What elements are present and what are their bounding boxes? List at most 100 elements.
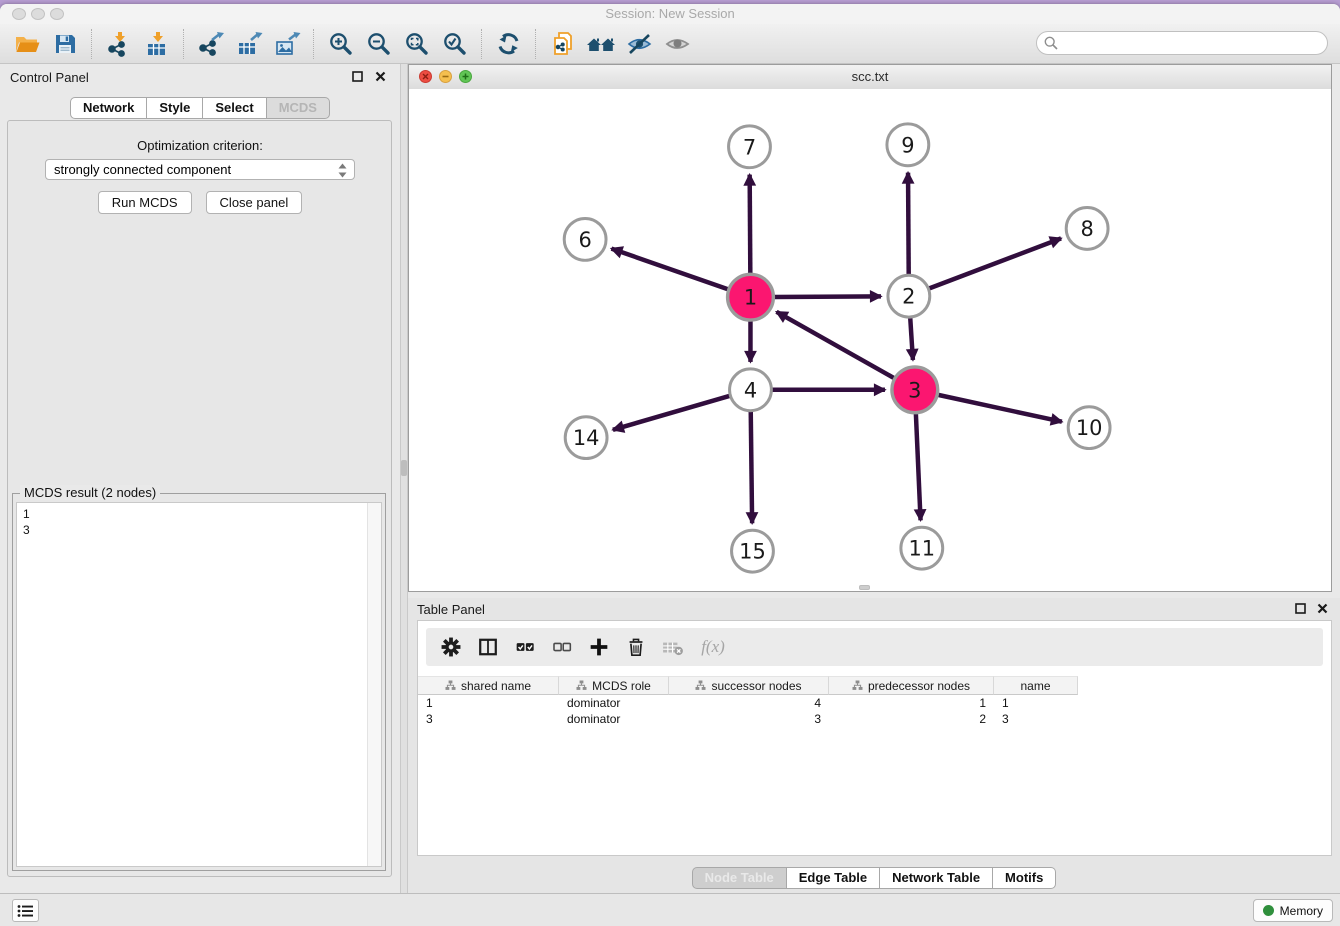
column-chooser-icon — [478, 637, 498, 657]
search-input[interactable] — [1036, 31, 1328, 55]
hide-selected-icon — [626, 32, 653, 56]
splitter-grip[interactable] — [401, 460, 407, 476]
column-chooser-button[interactable] — [469, 631, 506, 663]
graph-edge-4-15[interactable] — [751, 412, 752, 524]
cell-shared-name[interactable]: 1 — [418, 695, 559, 711]
zoom-fit-button[interactable] — [398, 27, 436, 61]
result-scrollbar[interactable] — [367, 503, 381, 866]
graph-node-label-15: 15 — [739, 540, 766, 564]
zoom-out-button[interactable] — [360, 27, 398, 61]
canvas-scroll-thumb[interactable] — [859, 585, 870, 590]
run-mcds-button[interactable]: Run MCDS — [98, 191, 192, 214]
delete-column-button[interactable] — [617, 631, 654, 663]
result-item: 3 — [17, 522, 381, 538]
graph-edge-2-9[interactable] — [908, 173, 909, 275]
zoom-in-button[interactable] — [322, 27, 360, 61]
refresh-button[interactable] — [490, 27, 528, 61]
column-type-icon — [445, 680, 456, 691]
tab-network[interactable]: Network — [70, 97, 147, 119]
float-table-panel-button[interactable] — [1294, 602, 1307, 615]
deselect-all-button[interactable] — [543, 631, 580, 663]
graph-edge-1-2[interactable] — [774, 296, 881, 297]
close-panel-button-2[interactable]: Close panel — [206, 191, 303, 214]
column-header-name[interactable]: name — [994, 676, 1078, 695]
close-table-panel-button[interactable] — [1316, 602, 1329, 615]
cell-successor-nodes[interactable]: 3 — [669, 711, 829, 727]
graph-edge-1-7[interactable] — [750, 175, 751, 274]
graph-edge-3-10[interactable] — [938, 395, 1062, 422]
graph-node-label-10: 10 — [1076, 416, 1103, 440]
graph-edge-3-11[interactable] — [916, 414, 921, 521]
cell-name[interactable]: 3 — [994, 711, 1078, 727]
tab-node-table[interactable]: Node Table — [692, 867, 787, 889]
titlebar: Session: New Session — [0, 4, 1340, 24]
network-view-window: scc.txt 7968124314101511 — [408, 64, 1332, 592]
column-header-successor-nodes[interactable]: successor nodes — [669, 676, 829, 695]
graph-edge-2-3[interactable] — [910, 318, 913, 360]
import-network-button[interactable] — [100, 27, 138, 61]
graph-edge-1-6[interactable] — [611, 249, 727, 290]
criterion-select[interactable]: strongly connected component — [45, 159, 355, 180]
memory-button[interactable]: Memory — [1253, 899, 1333, 922]
zoom-selected-icon — [442, 31, 468, 57]
home-layout-button[interactable] — [582, 27, 620, 61]
open-file-button[interactable] — [8, 27, 46, 61]
table-settings-button[interactable] — [432, 631, 469, 663]
export-table-button[interactable] — [230, 27, 268, 61]
export-image-button[interactable] — [268, 27, 306, 61]
tab-select[interactable]: Select — [203, 97, 266, 119]
add-column-button[interactable] — [580, 631, 617, 663]
close-panel-button[interactable] — [374, 70, 387, 83]
select-all-button[interactable] — [506, 631, 543, 663]
save-session-button[interactable] — [46, 27, 84, 61]
import-table-button[interactable] — [138, 27, 176, 61]
cell-mcds-role[interactable]: dominator — [559, 711, 669, 727]
table-row[interactable]: 1dominator411 — [418, 695, 1331, 711]
clone-network-button[interactable] — [544, 27, 582, 61]
table-toolbar: f(x) — [426, 628, 1323, 666]
table-row[interactable]: 3dominator323 — [418, 711, 1331, 727]
export-network-button[interactable] — [192, 27, 230, 61]
column-header-mcds-role[interactable]: MCDS role — [559, 676, 669, 695]
toolbar-separator — [535, 29, 537, 59]
graph-node-label-9: 9 — [901, 133, 914, 157]
column-type-icon — [576, 680, 587, 691]
select-all-icon — [515, 637, 535, 657]
cell-predecessor-nodes[interactable]: 1 — [829, 695, 994, 711]
status-bar: Memory — [0, 893, 1340, 926]
column-header-predecessor-nodes[interactable]: predecessor nodes — [829, 676, 994, 695]
table-body: 1dominator4113dominator323 — [418, 695, 1331, 727]
task-history-button[interactable] — [12, 899, 39, 922]
table-header-row: shared nameMCDS rolesuccessor nodesprede… — [418, 676, 1331, 695]
graph-edge-4-14[interactable] — [613, 396, 730, 430]
network-canvas[interactable]: 7968124314101511 — [409, 89, 1331, 591]
graph-node-label-8: 8 — [1080, 217, 1093, 241]
hide-selected-button[interactable] — [620, 27, 658, 61]
cell-predecessor-nodes[interactable]: 2 — [829, 711, 994, 727]
tab-network-table[interactable]: Network Table — [880, 867, 993, 889]
float-panel-button[interactable] — [351, 70, 364, 83]
graph-node-label-3: 3 — [908, 378, 921, 402]
tab-motifs[interactable]: Motifs — [993, 867, 1056, 889]
panel-splitter[interactable] — [400, 64, 408, 893]
tab-edge-table[interactable]: Edge Table — [787, 867, 880, 889]
show-all-button[interactable] — [658, 27, 696, 61]
mcds-result-groupbox: MCDS result (2 nodes) 13 — [12, 493, 386, 871]
toolbar-separator — [313, 29, 315, 59]
column-type-icon — [852, 680, 863, 691]
select-stepper-icon — [337, 162, 348, 179]
graph-edge-2-8[interactable] — [929, 238, 1061, 288]
mcds-result-list[interactable]: 13 — [16, 502, 382, 867]
clone-network-icon — [550, 31, 576, 57]
column-header-shared-name[interactable]: shared name — [418, 676, 559, 695]
toolbar-separator — [481, 29, 483, 59]
cell-name[interactable]: 1 — [994, 695, 1078, 711]
cell-mcds-role[interactable]: dominator — [559, 695, 669, 711]
cell-shared-name[interactable]: 3 — [418, 711, 559, 727]
result-item: 1 — [17, 506, 381, 522]
tab-style[interactable]: Style — [147, 97, 203, 119]
graph-edge-3-1[interactable] — [777, 312, 894, 378]
zoom-selected-button[interactable] — [436, 27, 474, 61]
tab-mcds[interactable]: MCDS — [267, 97, 330, 119]
cell-successor-nodes[interactable]: 4 — [669, 695, 829, 711]
